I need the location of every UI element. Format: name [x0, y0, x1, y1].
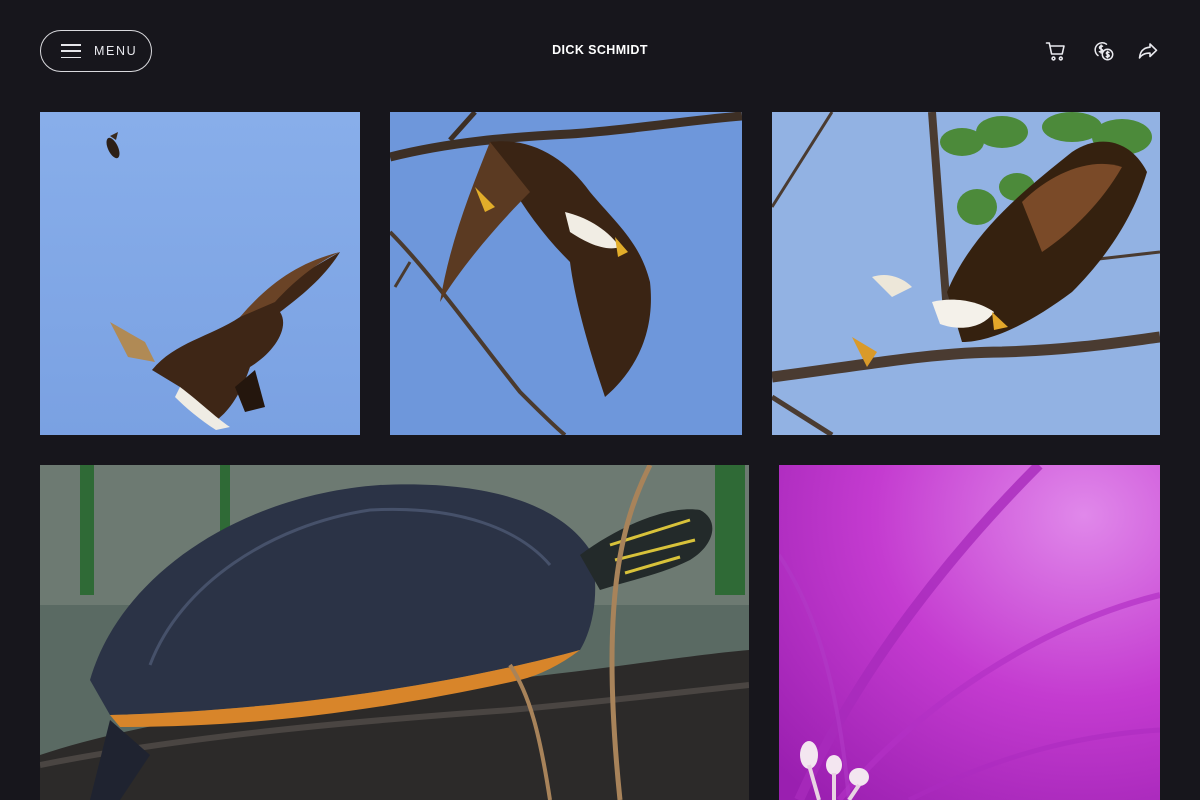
cart-button[interactable]	[1043, 38, 1069, 64]
share-icon	[1138, 43, 1158, 59]
gallery-photo-eagle-takeoff[interactable]	[772, 112, 1160, 435]
eagle-diving-image	[40, 112, 360, 435]
gallery-photo-turtle[interactable]	[40, 465, 749, 800]
gallery-photo-eagle-launching[interactable]	[390, 112, 742, 435]
site-title[interactable]: DICK SCHMIDT	[0, 43, 1200, 57]
share-button[interactable]	[1135, 38, 1161, 64]
gallery-photo-flower[interactable]	[779, 465, 1160, 800]
site-header: MENU DICK SCHMIDT	[0, 0, 1200, 102]
cart-icon	[1045, 42, 1065, 61]
flower-image	[779, 465, 1160, 800]
eagle-takeoff-image	[772, 112, 1160, 435]
turtle-image	[40, 465, 749, 800]
gallery-photo-eagle-diving[interactable]	[40, 112, 360, 435]
currency-icon	[1094, 42, 1114, 61]
pricing-button[interactable]	[1091, 38, 1117, 64]
eagle-launching-image	[390, 112, 742, 435]
